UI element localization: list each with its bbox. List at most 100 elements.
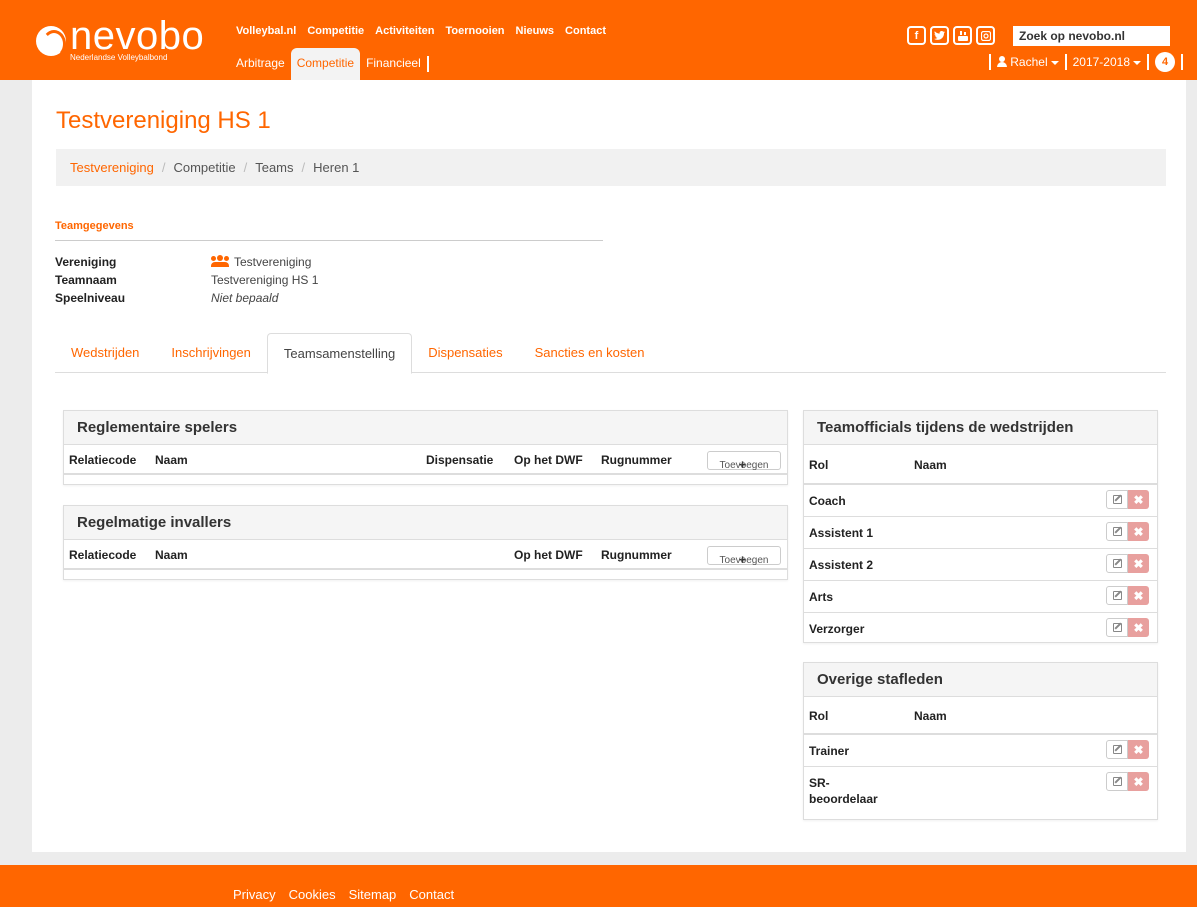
delete-button[interactable]: ✖ (1128, 740, 1149, 759)
col-relatiecode: Relatiecode (69, 548, 137, 562)
tab-sancties[interactable]: Sancties en kosten (519, 333, 661, 373)
tab-teamsamenstelling[interactable]: Teamsamenstelling (266, 333, 413, 374)
section-divider (55, 240, 603, 241)
edit-button[interactable] (1106, 490, 1128, 509)
main-content: Testvereniging HS 1 Testvereniging / Com… (32, 80, 1186, 852)
user-menu[interactable]: Rachel (997, 55, 1059, 69)
staff-panel: Overige stafleden Rol Naam Trainer ✖ SR-… (803, 662, 1158, 820)
breadcrumb: Testvereniging / Competitie / Teams / He… (56, 149, 1166, 186)
edit-button[interactable] (1106, 740, 1128, 759)
edit-icon (1112, 559, 1122, 568)
breadcrumb-teams: Teams (255, 160, 294, 175)
team-tabs: Wedstrijden Inschrijvingen Teamsamenstel… (55, 333, 1166, 374)
page-title: Testvereniging HS 1 (56, 107, 271, 134)
official-row: Assistent 1 ✖ (804, 517, 1157, 549)
divider (1064, 54, 1067, 70)
tab-dispensaties[interactable]: Dispensaties (412, 333, 518, 373)
delete-button[interactable]: ✖ (1128, 490, 1149, 509)
edit-button[interactable] (1106, 618, 1128, 637)
search-input[interactable] (1013, 26, 1170, 46)
subnav-competitie[interactable]: Competitie (290, 48, 361, 80)
breadcrumb-separator: / (301, 160, 306, 175)
delete-button[interactable]: ✖ (1128, 772, 1149, 791)
official-row: Assistent 2 ✖ (804, 549, 1157, 581)
col-dispensatie: Dispensatie (426, 453, 494, 467)
col-naam: Naam (914, 709, 947, 723)
footer-privacy[interactable]: Privacy (233, 887, 276, 902)
panel-title: Overige stafleden (804, 663, 1157, 697)
detail-row-teamnaam: Teamnaam Testvereniging HS 1 (55, 271, 318, 289)
nav-contact[interactable]: Contact (565, 25, 606, 37)
nav-nieuws[interactable]: Nieuws (516, 25, 555, 37)
role-label: Assistent 1 (809, 526, 874, 540)
delete-button[interactable]: ✖ (1128, 618, 1149, 637)
detail-value: Niet bepaald (211, 291, 279, 305)
team-section-title: Teamgegevens (55, 220, 134, 232)
col-naam: Naam (155, 548, 188, 562)
detail-key: Speelniveau (55, 291, 126, 305)
players-panel: Reglementaire spelers Relatiecode Naam D… (63, 410, 788, 485)
close-icon: ✖ (1133, 588, 1144, 603)
table-header: Rol Naam (804, 445, 1157, 485)
notification-badge[interactable]: 4 (1155, 52, 1175, 72)
col-dwf: Op het DWF (514, 453, 583, 467)
delete-button[interactable]: ✖ (1128, 586, 1149, 605)
edit-icon (1112, 527, 1122, 536)
role-label: Arts (809, 590, 834, 604)
footer-sitemap[interactable]: Sitemap (349, 887, 397, 902)
detail-value: Testvereniging HS 1 (211, 273, 319, 287)
facebook-icon[interactable]: f (907, 26, 926, 45)
nav-activiteiten[interactable]: Activiteiten (375, 25, 434, 37)
breadcrumb-separator: / (161, 160, 166, 175)
official-row: Verzorger ✖ (804, 613, 1157, 645)
role-label: Assistent 2 (809, 558, 874, 572)
nav-volleybal[interactable]: Volleybal.nl (236, 25, 296, 37)
col-rol: Rol (809, 709, 829, 723)
chevron-down-icon (1133, 60, 1141, 65)
footer-contact[interactable]: Contact (409, 887, 454, 902)
close-icon: ✖ (1133, 774, 1144, 789)
footer-links: Privacy Cookies Sitemap Contact (233, 887, 454, 902)
user-icon (997, 56, 1008, 67)
role-label: Coach (809, 494, 846, 508)
table-header: Relatiecode Naam Op het DWF Rugnummer + T… (64, 540, 787, 570)
season-select[interactable]: 2017-2018 (1073, 55, 1141, 69)
nav-divider (426, 56, 429, 72)
edit-button[interactable] (1106, 586, 1128, 605)
social-links: f (907, 26, 995, 45)
instagram-icon[interactable] (976, 26, 995, 45)
tab-wedstrijden[interactable]: Wedstrijden (55, 333, 155, 373)
edit-button[interactable] (1106, 554, 1128, 573)
close-icon: ✖ (1133, 620, 1144, 635)
subnav-arbitrage[interactable]: Arbitrage (230, 48, 291, 80)
add-player-button[interactable]: + Toevoegen (707, 451, 781, 471)
twitter-icon[interactable] (930, 26, 949, 45)
role-label: Trainer (809, 744, 850, 758)
primary-nav: Volleybal.nl Competitie Activiteiten Toe… (236, 25, 606, 37)
subnav-financieel[interactable]: Financieel (360, 48, 427, 80)
delete-button[interactable]: ✖ (1128, 522, 1149, 541)
club-name: Testvereniging (234, 255, 312, 269)
twitter-bird-icon (934, 31, 945, 40)
nevobo-logo[interactable]: nevobo Nederlandse Volleybalbond (36, 16, 206, 64)
edit-button[interactable] (1106, 522, 1128, 541)
logo-subtitle: Nederlandse Volleybalbond (70, 53, 168, 62)
delete-button[interactable]: ✖ (1128, 554, 1149, 573)
add-substitute-button[interactable]: + Toevoegen (707, 546, 781, 566)
youtube-icon[interactable] (953, 26, 972, 45)
table-header: Relatiecode Naam Dispensatie Op het DWF … (64, 445, 787, 475)
nav-competitie[interactable]: Competitie (307, 25, 364, 37)
edit-button[interactable] (1106, 772, 1128, 791)
substitutes-panel: Regelmatige invallers Relatiecode Naam O… (63, 505, 788, 580)
edit-icon (1112, 591, 1122, 600)
edit-icon (1112, 777, 1122, 786)
breadcrumb-testvereniging[interactable]: Testvereniging (70, 160, 154, 175)
panel-title: Regelmatige invallers (64, 506, 787, 540)
col-naam: Naam (914, 458, 947, 472)
staff-row: SR- beoordelaar ✖ (804, 767, 1157, 817)
nav-toernooien[interactable]: Toernooien (445, 25, 504, 37)
footer-cookies[interactable]: Cookies (289, 887, 336, 902)
staff-row: Trainer ✖ (804, 735, 1157, 767)
add-label: Toevoegen (719, 555, 769, 566)
tab-inschrijvingen[interactable]: Inschrijvingen (155, 333, 267, 373)
